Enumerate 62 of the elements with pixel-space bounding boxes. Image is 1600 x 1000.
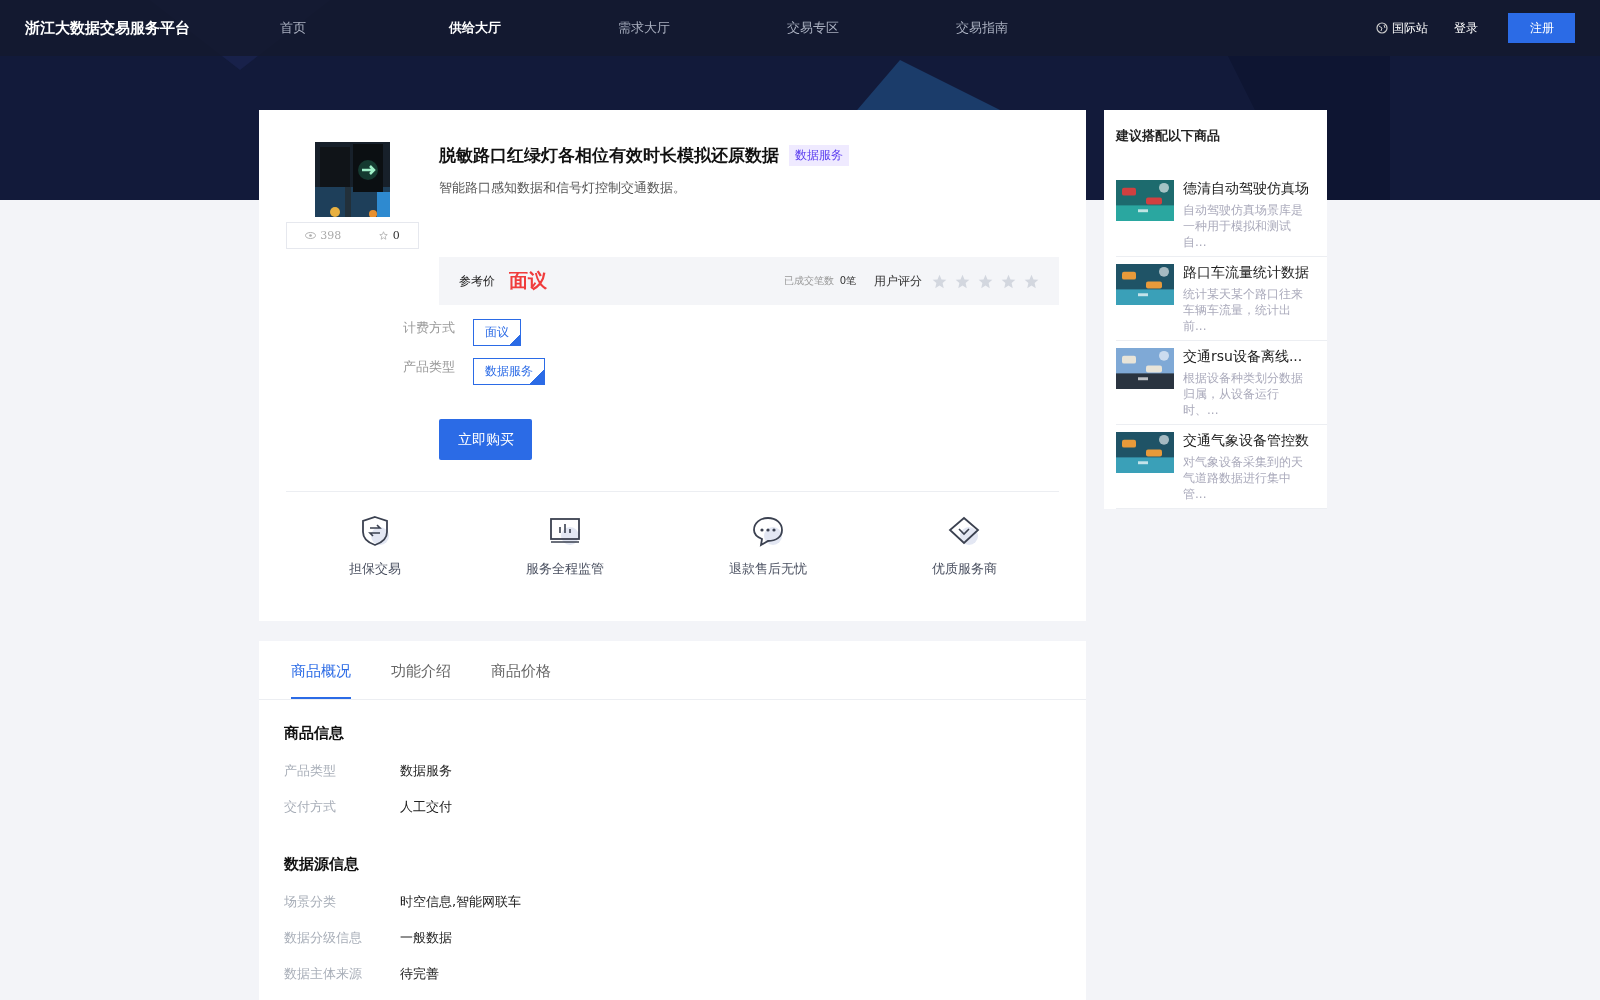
tab[interactable]: 商品概况 <box>291 662 351 699</box>
field-label: 数据分级信息 <box>284 929 363 947</box>
category-tag: 数据服务 <box>789 145 849 166</box>
nav-link[interactable]: 需求大厅 <box>618 19 787 37</box>
field-label: 产品类型 <box>284 762 337 780</box>
product-title: 脱敏路口红绿灯各相位有效时长模拟还原数据 <box>439 144 779 167</box>
suggested-product-title[interactable]: 德清自动驾驶仿真场 <box>1183 180 1311 198</box>
buy-now-button[interactable]: 立即购买 <box>439 419 532 460</box>
feature-label: 优质服务商 <box>931 560 997 578</box>
suggested-product-description: 根据设备种类划分数据归属，从设备运行时、... <box>1183 370 1304 418</box>
field-value: 数据服务 <box>400 762 452 780</box>
chat-bubble-icon <box>750 514 785 548</box>
star-icon <box>955 273 970 289</box>
login-link[interactable]: 登录 <box>1454 19 1478 37</box>
field-value: 待完善 <box>400 965 439 983</box>
product-description: 智能路口感知数据和信号灯控制交通数据。 <box>439 179 687 197</box>
field-label: 数据主体来源 <box>284 965 363 983</box>
tab[interactable]: 功能介绍 <box>391 662 451 699</box>
star-icon <box>932 273 947 289</box>
feature-label: 服务全程监管 <box>525 560 604 578</box>
field-value: 一般数据 <box>400 929 452 947</box>
field-value: 时空信息,智能网联车 <box>400 893 522 911</box>
eye-icon <box>305 231 317 240</box>
nav-link[interactable]: 供给大厅 <box>449 19 618 37</box>
price-label: 参考价 <box>459 272 495 290</box>
feature-label: 退款售后无忧 <box>728 560 807 578</box>
rating-label: 用户评分 <box>874 272 922 290</box>
register-button[interactable]: 注册 <box>1508 13 1575 43</box>
suggested-product-title[interactable]: 交通气象设备管控数 <box>1183 432 1311 450</box>
nav-link[interactable]: 交易专区 <box>787 19 956 37</box>
star-icon <box>1024 273 1039 289</box>
diamond-icon <box>947 514 981 548</box>
international-link[interactable]: 国际站 <box>1392 19 1428 37</box>
field-value: 人工交付 <box>400 798 452 816</box>
price-value: 面议 <box>509 268 547 293</box>
site-logo[interactable]: 浙江大数据交易服务平台 <box>25 18 280 38</box>
suggested-product-description: 自动驾驶仿真场景库是一种用于模拟和测试自... <box>1183 202 1304 250</box>
section-title: 商品信息 <box>284 724 345 743</box>
field-label: 交付方式 <box>284 798 337 816</box>
nav-link[interactable]: 首页 <box>280 19 449 37</box>
suggested-product-description: 统计某天某个路口往来车辆车流量，统计出前... <box>1183 286 1304 334</box>
star-icon <box>1001 273 1016 289</box>
option-label: 产品类型 <box>403 358 456 376</box>
option-chip[interactable]: 数据服务 <box>473 358 545 385</box>
nav-link[interactable]: 交易指南 <box>956 19 1125 37</box>
deals-count: 0笔 <box>839 274 856 288</box>
option-label: 计费方式 <box>403 319 456 337</box>
view-count: 398 <box>305 229 342 242</box>
suggested-product-title[interactable]: 交通rsu设备离线... <box>1183 348 1311 366</box>
globe-icon <box>1376 22 1388 34</box>
favorite-count: 0 <box>377 229 400 242</box>
field-label: 场景分类 <box>284 893 337 911</box>
suggestions-title: 建议搭配以下商品 <box>1116 127 1221 145</box>
star-icon <box>978 273 993 289</box>
feature-label: 担保交易 <box>348 560 401 578</box>
deals-label: 已成交笔数 <box>783 274 834 288</box>
star-icon <box>377 231 389 240</box>
suggested-product-description: 对气象设备采集到的天气道路数据进行集中管... <box>1183 454 1304 502</box>
suggested-product-title[interactable]: 路口车流量统计数据 <box>1183 264 1311 282</box>
section-title: 数据源信息 <box>284 855 360 874</box>
tab[interactable]: 商品价格 <box>491 662 551 699</box>
option-chip[interactable]: 面议 <box>473 319 521 346</box>
